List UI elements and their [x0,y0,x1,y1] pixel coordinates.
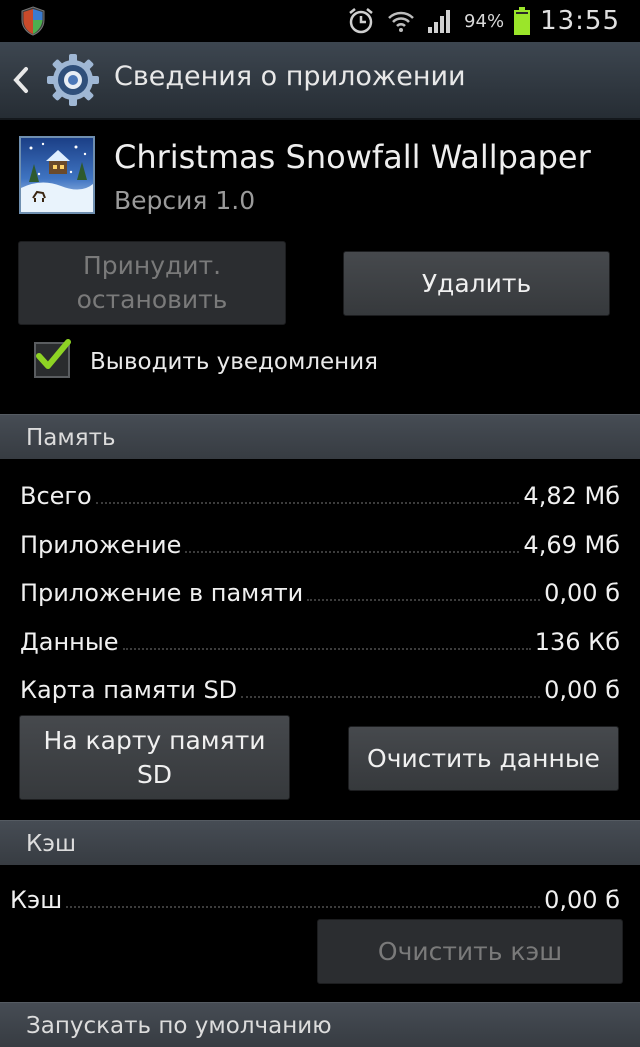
signal-icon [428,10,451,33]
status-bar: 94% 13:55 [0,0,640,42]
battery-icon [514,7,531,35]
cache-row: Кэш 0,00 б [10,874,620,914]
app-name: Christmas Snowfall Wallpaper [114,138,591,176]
row-label: Всего [20,482,92,510]
clear-cache-button[interactable]: Очистить кэш [317,919,623,984]
settings-gear-icon [47,54,99,106]
wifi-icon [388,11,414,32]
uninstall-label: Удалить [421,268,532,298]
back-arrow-icon[interactable] [10,64,32,96]
row-label: Приложение [20,531,182,559]
force-stop-label: Принудит. остановить [76,251,228,314]
notifications-label: Выводить уведомления [90,349,378,375]
clock: 13:55 [540,6,620,36]
row-label: Приложение в памяти [20,579,304,607]
move-to-sd-label: На карту памяти SD [43,725,266,789]
alarm-icon [349,8,373,34]
row-value: 0,00 б [544,676,620,704]
uninstall-button[interactable]: Удалить [343,251,610,316]
clear-cache-label: Очистить кэш [377,936,563,966]
storage-row-data: Данные 136 Кб [20,616,620,656]
clear-data-label: Очистить данные [367,743,600,773]
launch-defaults-header-label: Запускать по умолчанию [26,1013,332,1039]
row-label: Данные [20,628,119,656]
storage-row-app: Приложение 4,69 Мб [20,519,620,559]
storage-row-sd-card: Карта памяти SD 0,00 б [20,664,620,704]
battery-percent: 94% [464,10,505,32]
cache-header-label: Кэш [26,831,76,857]
storage-row-app-in-memory: Приложение в памяти 0,00 б [20,567,620,607]
screen-title: Сведения о приложении [114,61,466,92]
storage-section-header: Память [0,414,640,459]
app-icon [19,136,95,214]
force-stop-button[interactable]: Принудит. остановить [18,241,286,325]
move-to-sd-button[interactable]: На карту памяти SD [19,715,290,800]
action-bar: Сведения о приложении [0,42,640,120]
storage-row-total: Всего 4,82 Мб [20,470,620,510]
row-label: Кэш [10,886,63,914]
storage-header-label: Память [26,425,116,451]
shield-icon [21,6,45,36]
app-version: Версия 1.0 [114,186,256,215]
cache-section-header: Кэш [0,820,640,865]
launch-defaults-section-header: Запускать по умолчанию [0,1002,640,1047]
clear-data-button[interactable]: Очистить данные [348,726,619,791]
row-value: 4,82 Мб [523,482,620,510]
checkmark-icon [36,339,71,369]
row-value: 136 Кб [534,628,620,656]
row-label: Карта памяти SD [20,676,238,704]
row-value: 0,00 б [544,579,620,607]
row-value: 0,00 б [544,886,620,914]
notifications-checkbox[interactable] [34,339,71,378]
row-value: 4,69 Мб [523,531,620,559]
